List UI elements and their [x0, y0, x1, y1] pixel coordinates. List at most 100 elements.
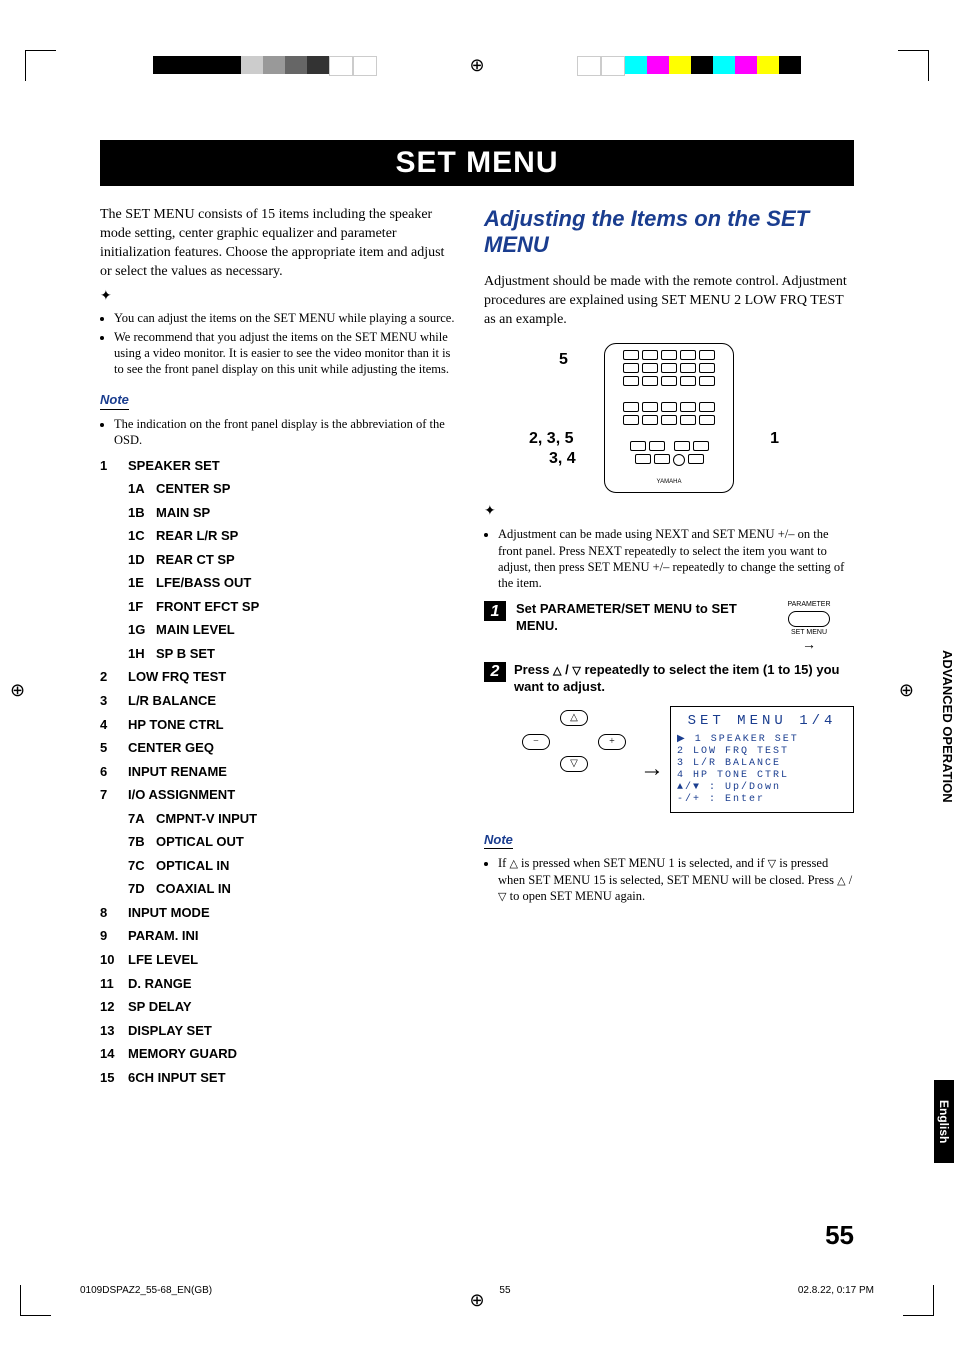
menu-num: 10 — [100, 951, 118, 969]
step-text: Press / repeatedly to select the item (1… — [514, 662, 854, 696]
note-label: Note — [484, 831, 513, 850]
callout-1: 1 — [770, 428, 779, 450]
lcd-line: 3 L/R BALANCE — [677, 758, 847, 770]
color-bar-right — [577, 56, 801, 74]
footer-left: 0109DSPAZ2_55-68_EN(GB) — [80, 1285, 212, 1296]
menu-label: CENTER GEQ — [128, 739, 214, 757]
menu-sub-num: 1C — [128, 527, 146, 545]
menu-label: SPEAKER SET — [128, 457, 220, 475]
registration-icon: ⊕ — [899, 680, 914, 701]
footer: 0109DSPAZ2_55-68_EN(GB) 55 02.8.22, 0:17… — [80, 1285, 874, 1296]
menu-sub-num: 1A — [128, 480, 146, 498]
lcd-line: ▲/▼ : Up/Down — [677, 782, 847, 794]
menu-num: 9 — [100, 927, 118, 945]
content-area: SET MENU The SET MENU consists of 15 ite… — [100, 140, 854, 1092]
menu-num: 8 — [100, 904, 118, 922]
switch-graphic: PARAMETER SET MENU → — [764, 601, 854, 652]
menu-label: INPUT RENAME — [128, 763, 227, 781]
hint-icon: ✦ — [484, 503, 854, 522]
menu-sub-num: 7A — [128, 810, 146, 828]
menu-sub-label: CENTER SP — [156, 480, 230, 498]
arrow-right-icon: → — [640, 733, 664, 785]
menu-sub-label: OPTICAL OUT — [156, 833, 244, 851]
up-triangle-icon — [837, 873, 845, 887]
menu-sub-label: MAIN LEVEL — [156, 621, 235, 639]
up-triangle-icon — [509, 856, 517, 870]
menu-label: HP TONE CTRL — [128, 716, 224, 734]
menu-num: 6 — [100, 763, 118, 781]
menu-label: INPUT MODE — [128, 904, 210, 922]
page: ⊕ ADVANCED OPERATION English ⊕ ⊕ SET MEN… — [0, 0, 954, 1351]
menu-sub-label: REAR L/R SP — [156, 527, 238, 545]
menu-label: LFE LEVEL — [128, 951, 198, 969]
menu-sub-num: 7D — [128, 880, 146, 898]
lcd-line: ▶ 1 SPEAKER SET — [677, 734, 847, 746]
menu-num: 1 — [100, 457, 118, 475]
note-bullet: The indication on the front panel displa… — [114, 416, 456, 449]
down-triangle-icon — [572, 662, 580, 677]
switch-label-top: PARAMETER — [764, 601, 854, 609]
registration-icon: ⊕ — [469, 55, 484, 76]
menu-sub-num: 1B — [128, 504, 146, 522]
menu-num: 7 — [100, 786, 118, 804]
lcd-title: SET MENU 1/4 — [677, 713, 847, 730]
menu-num: 13 — [100, 1022, 118, 1040]
section-intro: Adjustment should be made with the remot… — [484, 273, 854, 330]
menu-num: 2 — [100, 668, 118, 686]
side-tab-english: English — [934, 1080, 954, 1163]
menu-sub-num: 1G — [128, 621, 146, 639]
menu-num: 5 — [100, 739, 118, 757]
lcd-line: -/+ : Enter — [677, 794, 847, 806]
menu-num: 4 — [100, 716, 118, 734]
menu-sub-label: LFE/BASS OUT — [156, 574, 251, 592]
menu-num: 14 — [100, 1045, 118, 1063]
step-number: 1 — [484, 601, 506, 621]
up-triangle-icon — [553, 662, 561, 677]
side-tab-advanced: ADVANCED OPERATION — [940, 650, 954, 803]
note-bullet: If is pressed when SET MENU 1 is selecte… — [498, 855, 854, 904]
down-triangle-icon — [768, 856, 776, 870]
menu-label: D. RANGE — [128, 975, 192, 993]
step-text: Set PARAMETER/SET MENU to SET MENU. — [516, 601, 754, 635]
menu-label: SP DELAY — [128, 998, 192, 1016]
page-title: SET MENU — [100, 140, 854, 186]
hint-bullet: You can adjust the items on the SET MENU… — [114, 310, 456, 326]
menu-label: MEMORY GUARD — [128, 1045, 237, 1063]
left-column: The SET MENU consists of 15 items includ… — [100, 206, 456, 1092]
hint-icon: ✦ — [100, 288, 456, 307]
menu-num: 3 — [100, 692, 118, 710]
menu-num: 12 — [100, 998, 118, 1016]
menu-label: 6CH INPUT SET — [128, 1069, 226, 1087]
step-2: 2 Press / repeatedly to select the item … — [484, 662, 854, 696]
registration-icon: ⊕ — [10, 680, 25, 701]
menu-label: I/O ASSIGNMENT — [128, 786, 235, 804]
lcd-line: 4 HP TONE CTRL — [677, 770, 847, 782]
menu-sub-label: FRONT EFCT SP — [156, 598, 259, 616]
hint-bullet: Adjustment can be made using NEXT and SE… — [498, 526, 854, 591]
menu-sub-num: 1F — [128, 598, 146, 616]
menu-label: LOW FRQ TEST — [128, 668, 226, 686]
buttons-graphic: △ − + ▽ — [514, 706, 634, 776]
note-label: Note — [100, 391, 129, 410]
menu-sub-num: 7B — [128, 833, 146, 851]
menu-sub-num: 7C — [128, 857, 146, 875]
menu-sub-num: 1E — [128, 574, 146, 592]
menu-label: L/R BALANCE — [128, 692, 216, 710]
intro-text: The SET MENU consists of 15 items includ… — [100, 206, 456, 282]
menu-sub-label: MAIN SP — [156, 504, 210, 522]
right-column: Adjusting the Items on the SET MENU Adju… — [484, 206, 854, 1092]
page-number: 55 — [825, 1220, 854, 1251]
menu-sub-num: 1H — [128, 645, 146, 663]
menu-sub-label: REAR CT SP — [156, 551, 235, 569]
crop-marks-top: ⊕ — [20, 50, 934, 80]
menu-sub-label: COAXIAL IN — [156, 880, 231, 898]
step-1: 1 Set PARAMETER/SET MENU to SET MENU. PA… — [484, 601, 854, 652]
color-bar-left — [153, 56, 377, 74]
menu-sub-label: SP B SET — [156, 645, 215, 663]
section-title: Adjusting the Items on the SET MENU — [484, 206, 854, 259]
lcd-display: SET MENU 1/4 ▶ 1 SPEAKER SET 2 LOW FRQ T… — [670, 706, 854, 813]
footer-center: 55 — [499, 1285, 510, 1296]
menu-num: 11 — [100, 975, 118, 993]
callout-5: 5 — [559, 349, 568, 371]
lcd-line: 2 LOW FRQ TEST — [677, 746, 847, 758]
